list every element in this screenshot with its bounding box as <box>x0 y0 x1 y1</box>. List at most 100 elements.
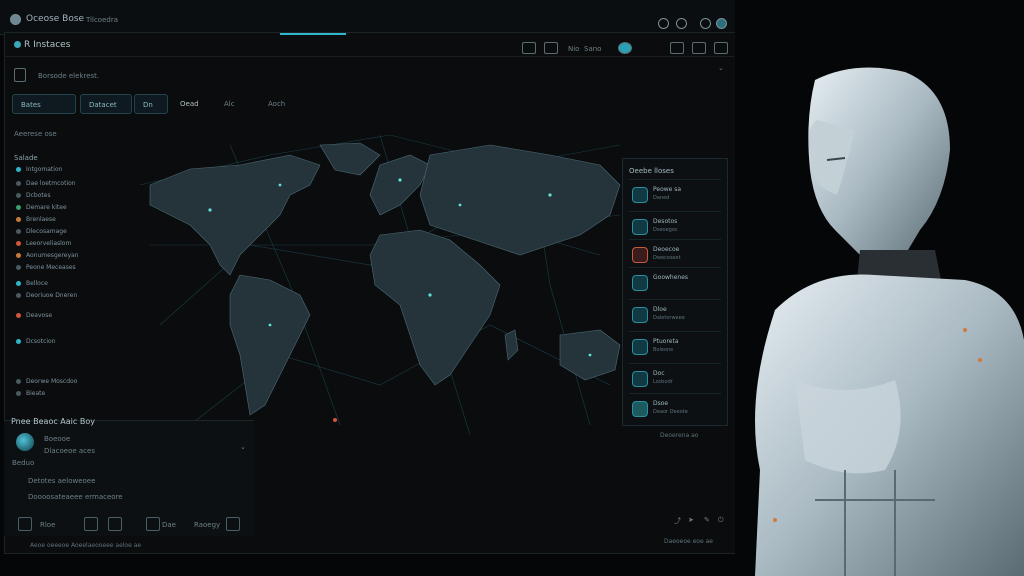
sidebar-item[interactable]: Aonumesgereyan <box>16 252 79 259</box>
power-icon[interactable]: ⏻ <box>718 516 724 525</box>
sidebar-item-label: Bieate <box>26 390 46 397</box>
sidebar-item-label: Brenlaese <box>26 216 56 223</box>
sidebar-item[interactable]: Deorwe Moscdoo <box>16 378 77 385</box>
sidebar-item[interactable]: Dae loetmcotion <box>16 180 76 187</box>
south-america <box>229 274 311 416</box>
item-icon <box>632 247 648 263</box>
sidebar-item[interactable]: Dcbotes <box>16 192 51 199</box>
app-logo-icon <box>10 14 21 25</box>
settings-icon[interactable] <box>658 18 669 29</box>
sidebar-item[interactable]: Dlecosamage <box>16 228 67 235</box>
europe <box>369 154 431 216</box>
tab-pill-1[interactable]: Bates <box>12 94 76 114</box>
north-america <box>149 154 321 276</box>
close-window-button[interactable] <box>714 42 728 54</box>
tool-label-3[interactable]: Raoegy <box>194 521 220 529</box>
list-item-sub: Lodsodr <box>653 379 673 385</box>
close-icon[interactable] <box>700 18 711 29</box>
sidebar-item[interactable]: Intgomation <box>16 166 62 173</box>
expand-button[interactable] <box>692 42 706 54</box>
tool-label-1[interactable]: Rloe <box>40 521 55 529</box>
window-title: R Instaces <box>24 40 71 50</box>
tab-2[interactable]: Alc <box>224 100 235 108</box>
refresh-button[interactable] <box>670 42 684 54</box>
status-right: Daeoeoe eoe ae <box>664 538 713 545</box>
list-item-title: Goowhenes <box>653 274 689 281</box>
list-item[interactable]: Goowhenes <box>629 267 721 296</box>
toolbar-label-1[interactable]: Nio <box>568 45 579 53</box>
sidebar-item[interactable]: Demare kitee <box>16 204 67 211</box>
detail-line-2: Doooosateaeee ermaceore <box>28 493 123 501</box>
item-icon <box>632 401 648 417</box>
chevron-down-icon[interactable]: ⌄ <box>240 443 246 451</box>
tab-3[interactable]: Aoch <box>268 100 285 108</box>
bullet-icon <box>16 391 21 396</box>
sidebar-item[interactable]: Brenlaese <box>16 216 56 223</box>
chevron-down-icon[interactable]: ⌄ <box>718 64 724 72</box>
item-icon <box>632 275 648 291</box>
tool-button[interactable] <box>108 517 122 531</box>
bullet-icon <box>16 167 21 172</box>
sidebar-item[interactable]: Peone Meceases <box>16 264 76 271</box>
right-panel: Oeebe lloses Peowe sa Daned Desotos Dseoeg… <box>622 158 728 426</box>
sidebar-item[interactable]: Bieate <box>16 390 45 397</box>
list-item[interactable]: Ptuoreta Boleone <box>629 331 721 360</box>
tool-button[interactable] <box>146 517 160 531</box>
bottom-panel: Pnee Beaoc Aaic Boy Boeooe Dlacoeoe aces… <box>4 417 254 536</box>
bullet-icon <box>16 265 21 270</box>
list-item[interactable]: Dloe Daletorweee <box>629 299 721 328</box>
world-map[interactable] <box>130 125 630 445</box>
status-left: Aeoe oeeeoe Aoeelaeooeee aeloe ae <box>30 542 142 549</box>
list-item[interactable]: Peowe sa Daned <box>629 179 721 208</box>
sidebar-item-label: Leeorveliaslom <box>26 240 72 247</box>
list-item-title: Doc <box>653 370 665 377</box>
app-title: Oceose Bose <box>26 14 85 24</box>
list-item-sub: Deaor Deeote <box>653 409 688 415</box>
notification-icon[interactable] <box>676 18 687 29</box>
list-item-sub: Daletorweee <box>653 315 685 321</box>
tab-pill-3[interactable]: Dn <box>134 94 168 114</box>
bullet-icon <box>16 205 21 210</box>
sidebar-item-label: Deavose <box>26 312 53 319</box>
tool-button[interactable] <box>18 517 32 531</box>
sidebar: Intgomation Dae loetmcotion Dcbotes Dema… <box>8 148 148 408</box>
sidebar-item[interactable]: Deoriuoe Dneren <box>16 292 77 299</box>
row-label: Beduo <box>12 459 35 467</box>
item-icon <box>632 187 648 203</box>
bullet-icon <box>16 241 21 246</box>
list-item-title: Desotos <box>653 218 678 225</box>
send-icon[interactable]: ➤ <box>688 516 694 524</box>
grid-button[interactable] <box>544 42 558 54</box>
layout-button[interactable] <box>522 42 536 54</box>
tool-label-2[interactable]: Dae <box>162 521 176 529</box>
list-item-title: Dsoe <box>653 400 669 407</box>
bullet-icon <box>16 217 21 222</box>
tool-button[interactable] <box>84 517 98 531</box>
sidebar-item-label: Peone Meceases <box>26 264 76 271</box>
sidebar-header: Aeerese ose <box>14 130 57 138</box>
share-icon[interactable]: ⤴ <box>674 516 681 526</box>
item-icon <box>632 371 648 387</box>
sidebar-item[interactable]: Deavose <box>16 312 52 319</box>
bullet-icon <box>16 193 21 198</box>
tool-button[interactable] <box>226 517 240 531</box>
list-item[interactable]: Deoecoe Dwecoseet <box>629 239 721 268</box>
profile-icon[interactable] <box>716 18 727 29</box>
user-name: Boeooe <box>44 435 71 443</box>
record-button[interactable] <box>618 42 632 54</box>
list-item[interactable]: Desotos Dseoegoc <box>629 211 721 240</box>
list-item[interactable]: Dsoe Deaor Deeote <box>629 393 721 422</box>
user-subtitle: Dlacoeoe aces <box>44 447 95 455</box>
sidebar-item-label: Intgomation <box>26 166 63 173</box>
list-item[interactable]: Doc Lodsodr <box>629 363 721 392</box>
tab-pill-2[interactable]: Datacet <box>80 94 132 114</box>
sidebar-item-label: Belloce <box>26 280 48 287</box>
avatar <box>16 433 34 451</box>
sidebar-item[interactable]: Leeorveliaslom <box>16 240 71 247</box>
sidebar-item[interactable]: Belloce <box>16 280 48 287</box>
toolbar-label-2[interactable]: Sano <box>584 45 601 53</box>
doc-icon <box>14 68 26 82</box>
edit-icon[interactable]: ✎ <box>704 516 710 524</box>
tab-1[interactable]: Oead <box>180 100 199 108</box>
sidebar-item[interactable]: Dcsotcion <box>16 338 56 345</box>
